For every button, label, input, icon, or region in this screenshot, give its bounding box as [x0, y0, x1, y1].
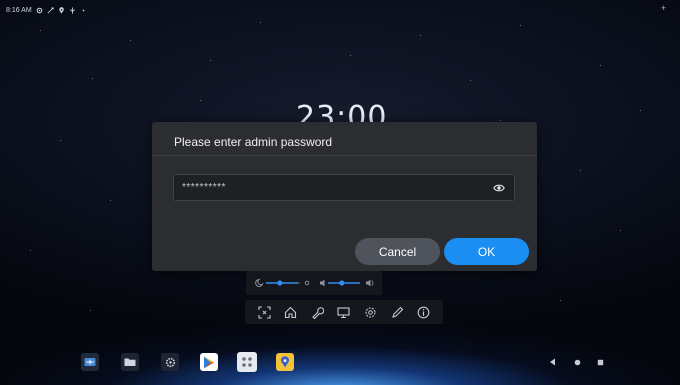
- settings-icon: [36, 7, 42, 13]
- brightness-slider[interactable]: [266, 280, 300, 286]
- status-bar: 8:16 AM: [6, 5, 87, 15]
- pen-icon[interactable]: [390, 305, 404, 319]
- play-store-icon[interactable]: [200, 353, 218, 371]
- app-icon-1[interactable]: [81, 353, 99, 371]
- folder-app-icon[interactable]: [121, 353, 139, 371]
- ok-button[interactable]: OK: [444, 238, 529, 265]
- password-input[interactable]: **********: [173, 174, 515, 201]
- tree-icon: [69, 6, 75, 14]
- location-icon: [58, 6, 64, 14]
- tool-bar: [245, 300, 443, 324]
- link-icon: [47, 6, 54, 13]
- password-value: **********: [182, 182, 226, 193]
- wrench-icon[interactable]: [310, 305, 324, 319]
- eye-icon[interactable]: [493, 183, 505, 193]
- screenshot-icon[interactable]: [257, 305, 271, 319]
- dot-icon: [82, 9, 85, 11]
- settings-app-icon[interactable]: [161, 353, 179, 371]
- home-icon[interactable]: [284, 305, 298, 319]
- dialog-title: Please enter admin password: [174, 135, 333, 149]
- dialog-divider: [152, 155, 537, 156]
- speaker-icon: [320, 279, 325, 287]
- sliders-graphic: [255, 278, 374, 287]
- volume-up-icon: [366, 279, 374, 287]
- quick-sliders-panel: [246, 271, 382, 295]
- gear-icon[interactable]: [364, 305, 378, 319]
- app-drawer-icon[interactable]: [237, 352, 257, 372]
- cancel-button[interactable]: Cancel: [355, 238, 440, 265]
- home-dot-icon[interactable]: [571, 356, 583, 368]
- sun-icon: [304, 280, 310, 286]
- moon-icon: [255, 278, 264, 287]
- status-time: 8:16 AM: [6, 6, 32, 14]
- desktop-background: 8:16 AM + 23:00 Please enter admin passw…: [0, 0, 680, 385]
- admin-password-dialog: Please enter admin password ********** C…: [152, 122, 537, 271]
- info-icon[interactable]: [417, 305, 431, 319]
- screen-share-icon[interactable]: [337, 305, 351, 319]
- recents-icon[interactable]: [594, 356, 606, 368]
- plus-icon[interactable]: +: [661, 3, 666, 13]
- maps-icon[interactable]: [276, 353, 294, 371]
- back-icon[interactable]: [546, 356, 558, 368]
- volume-slider[interactable]: [328, 280, 360, 286]
